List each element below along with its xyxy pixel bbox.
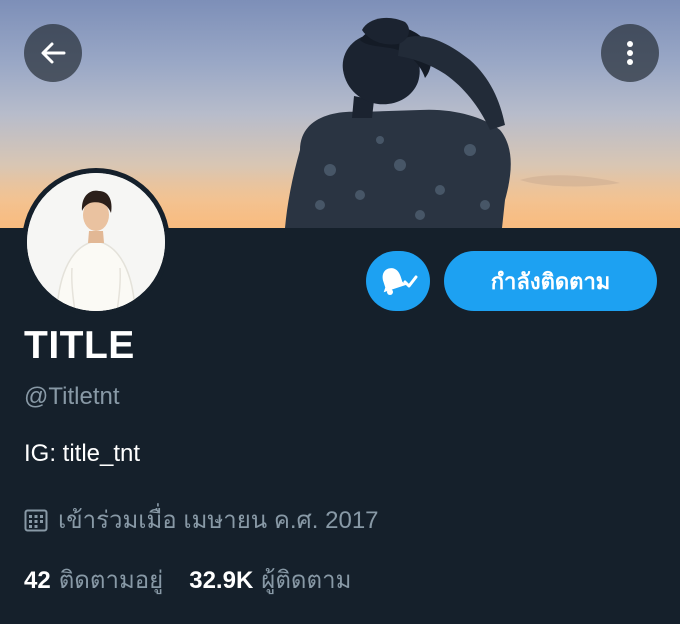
avatar xyxy=(27,173,165,311)
following-count: 42 xyxy=(24,567,51,594)
more-options-button[interactable] xyxy=(601,24,659,82)
followers-count: 32.9K xyxy=(189,567,254,594)
back-button[interactable] xyxy=(24,24,82,82)
join-date-text: เข้าร่วมเมื่อ เมษายน ค.ศ. 2017 xyxy=(58,507,379,534)
profile-bio: IG: title_tnt xyxy=(24,440,141,467)
following-stat-link[interactable]: 42 ติดตามอยู่ xyxy=(24,560,163,599)
notifications-toggle-button[interactable] xyxy=(366,251,430,311)
bell-check-icon xyxy=(382,268,418,295)
display-name: TITLE xyxy=(24,324,135,367)
follow-stats: 42 ติดตามอยู่ 32.9K ผู้ติดตาม xyxy=(24,560,351,599)
following-button[interactable]: กำลังติดตาม xyxy=(444,251,657,311)
following-label: ติดตามอยู่ xyxy=(58,567,164,594)
join-date-row: เข้าร่วมเมื่อ เมษายน ค.ศ. 2017 xyxy=(24,500,379,539)
arrow-left-icon xyxy=(41,42,66,64)
followers-stat-link[interactable]: 32.9K ผู้ติดตาม xyxy=(189,560,351,599)
calendar-icon xyxy=(24,509,48,531)
followers-label: ผู้ติดตาม xyxy=(261,567,352,594)
avatar-photo xyxy=(27,173,165,311)
more-vertical-icon xyxy=(627,41,633,65)
avatar-frame[interactable] xyxy=(22,168,170,316)
user-handle: @Titletnt xyxy=(24,383,120,410)
